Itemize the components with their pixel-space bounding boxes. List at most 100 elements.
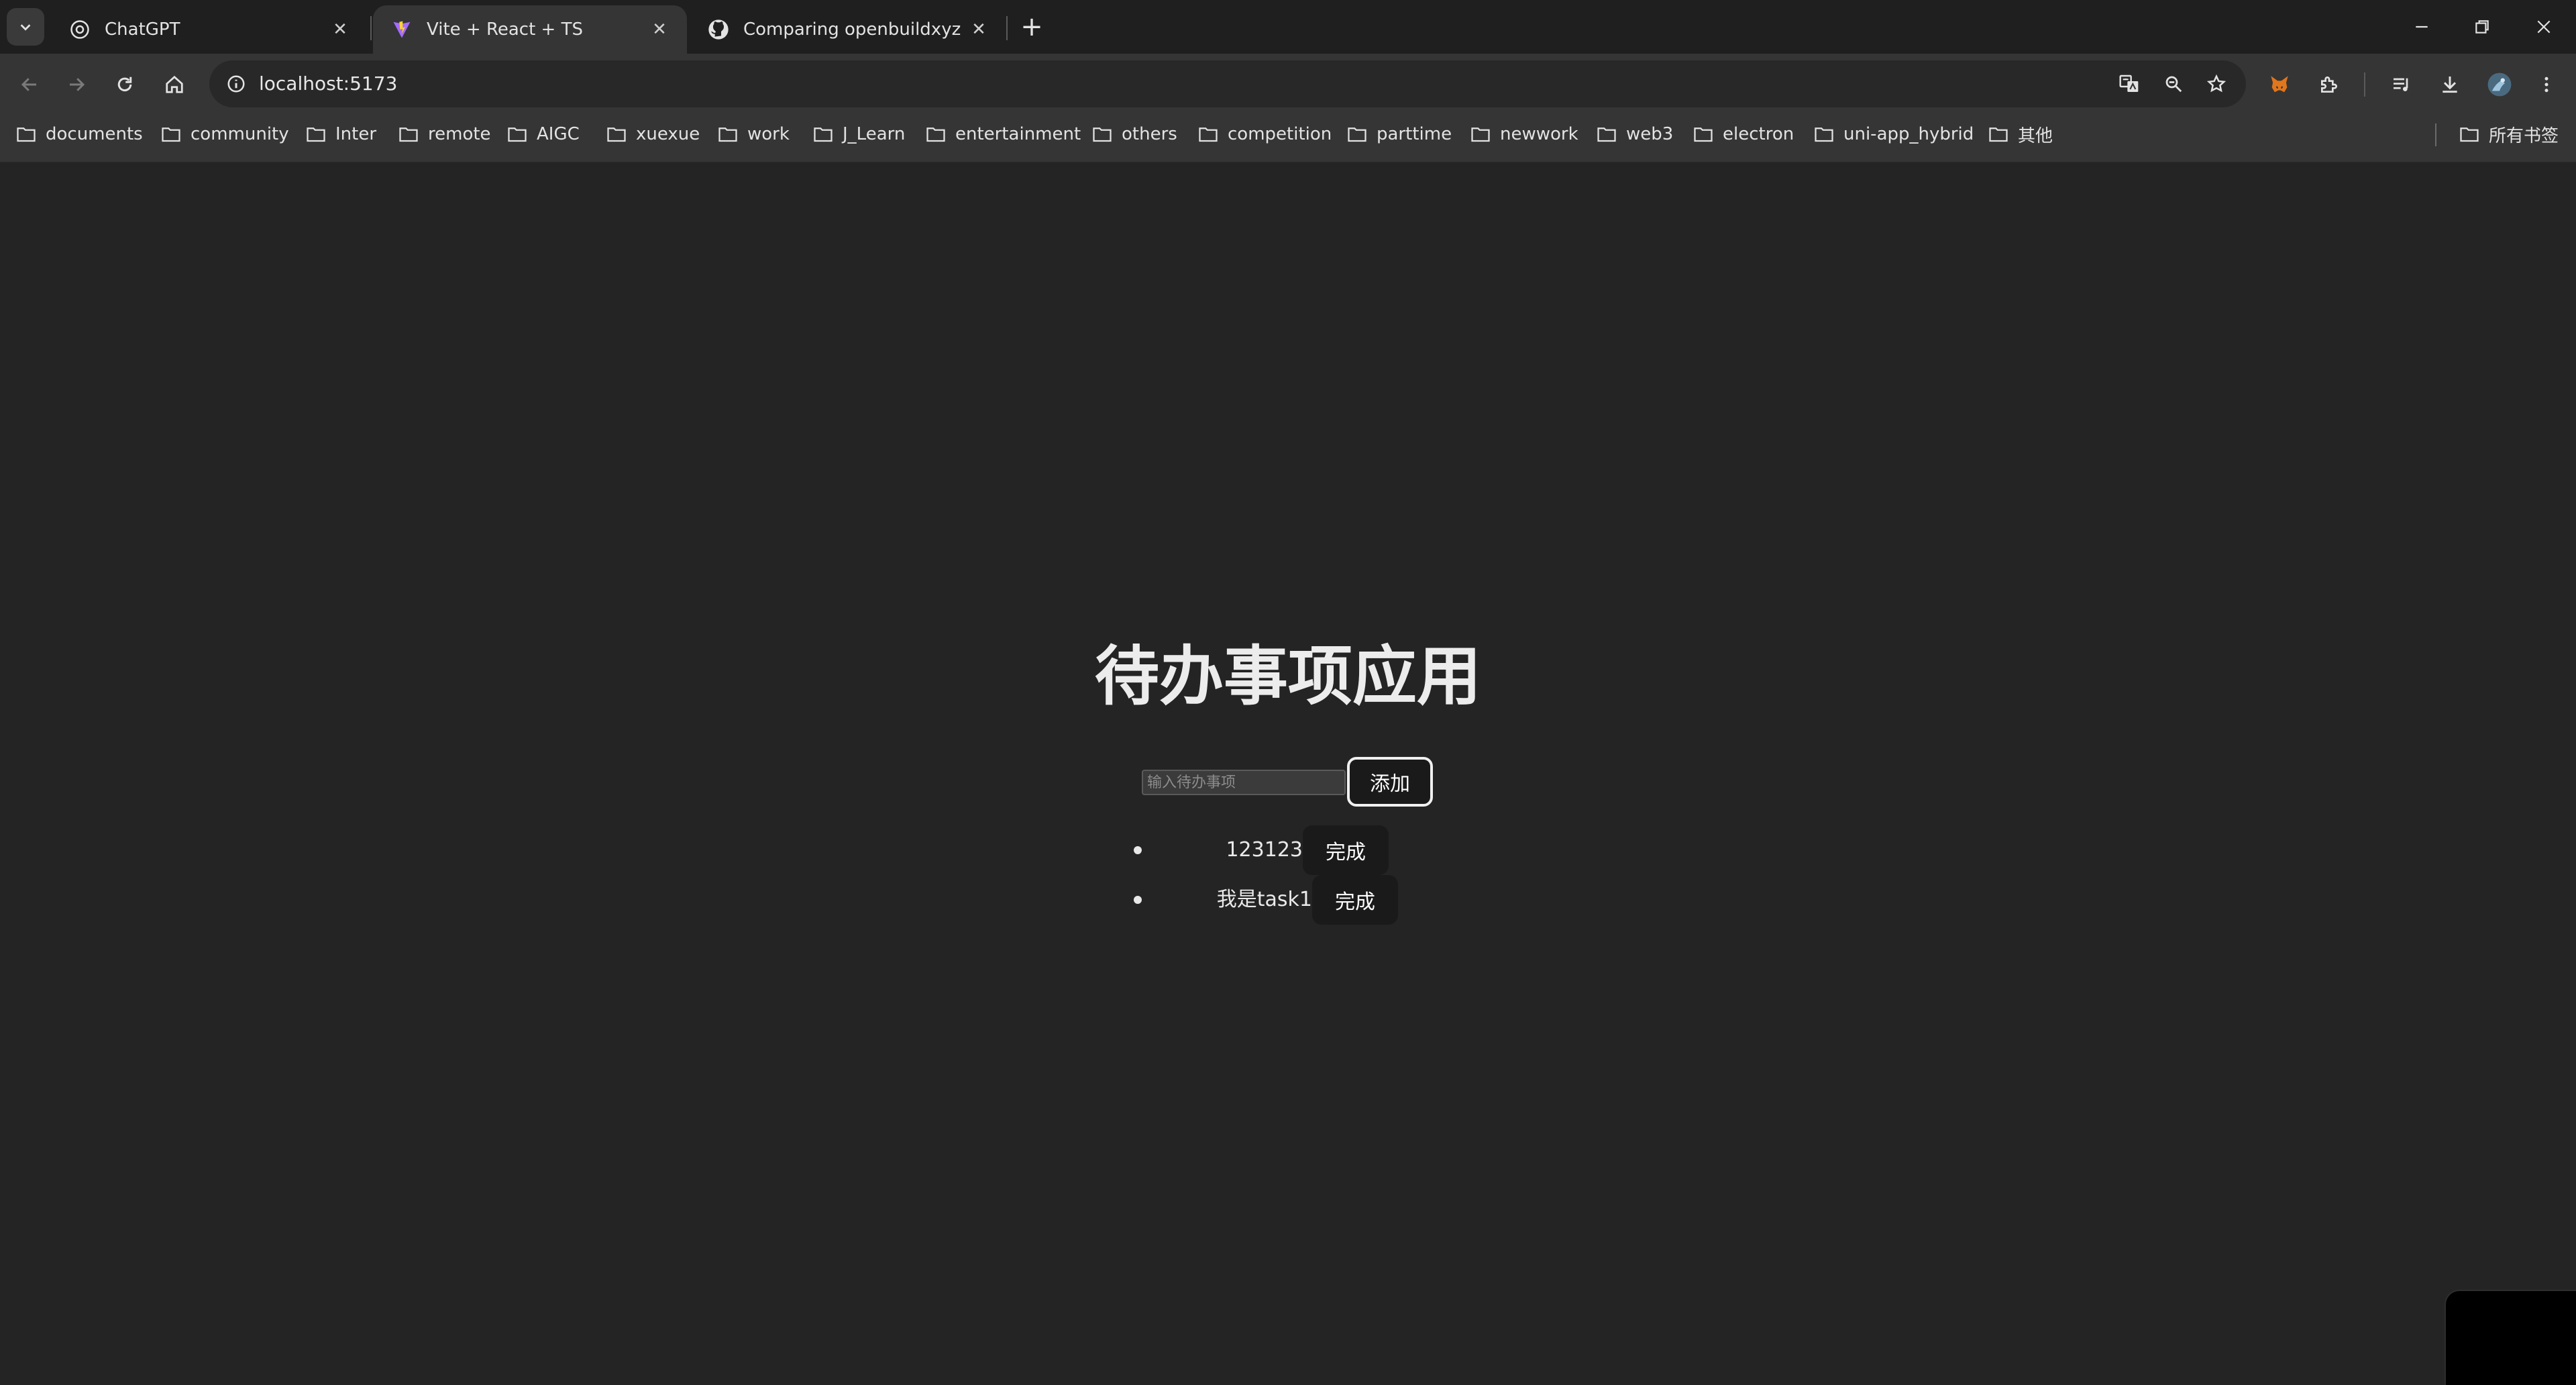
bookmark-label: newwork bbox=[1500, 124, 1578, 144]
profile-avatar[interactable] bbox=[2482, 67, 2517, 102]
zoom-icon[interactable] bbox=[2159, 69, 2188, 99]
todo-item: 123123 完成 bbox=[0, 825, 2576, 875]
url-text[interactable]: localhost:5173 bbox=[259, 60, 397, 107]
chevron-down-icon bbox=[20, 24, 31, 31]
bookmark-folder[interactable]: parttime bbox=[1347, 114, 1452, 154]
back-button[interactable] bbox=[11, 66, 48, 103]
bookmark-folder[interactable]: work bbox=[718, 114, 790, 154]
bookmark-label: web3 bbox=[1626, 124, 1674, 144]
restore-icon bbox=[2475, 20, 2489, 34]
bookmark-label: competition bbox=[1228, 124, 1332, 144]
complete-button[interactable]: 完成 bbox=[1303, 825, 1389, 875]
add-button[interactable]: 添加 bbox=[1347, 757, 1433, 807]
tab-divider bbox=[370, 16, 372, 40]
folder-icon bbox=[16, 125, 36, 143]
extensions-puzzle-icon[interactable] bbox=[2312, 67, 2347, 102]
tab-chatgpt[interactable]: ChatGPT ✕ bbox=[51, 5, 368, 54]
todo-text: 123123 bbox=[1226, 838, 1303, 862]
bookmark-label: AIGC bbox=[537, 124, 580, 144]
vite-icon bbox=[390, 18, 413, 41]
todo-input[interactable] bbox=[1142, 770, 1346, 795]
bookmark-label: others bbox=[1122, 124, 1177, 144]
media-controls-icon[interactable] bbox=[2384, 67, 2419, 102]
bookmark-star-icon[interactable] bbox=[2202, 69, 2231, 99]
folder-icon bbox=[1597, 125, 1617, 143]
translate-icon[interactable] bbox=[2114, 69, 2144, 99]
browser-toolbar: localhost:5173 bbox=[0, 54, 2576, 114]
bookmark-label: community bbox=[191, 124, 289, 144]
arrow-left-icon bbox=[21, 78, 36, 91]
bookmark-label: work bbox=[747, 124, 790, 144]
minimize-icon bbox=[2416, 25, 2428, 28]
bookmark-folder[interactable]: entertainment bbox=[926, 114, 1081, 154]
bookmark-folder[interactable]: remote bbox=[398, 114, 491, 154]
close-tab-icon[interactable]: ✕ bbox=[329, 18, 352, 41]
bookmark-label: xuexue bbox=[636, 124, 700, 144]
bookmark-folder[interactable]: xuexue bbox=[606, 114, 700, 154]
site-info-icon[interactable] bbox=[221, 69, 251, 99]
bookmark-folder[interactable]: others bbox=[1092, 114, 1177, 154]
home-button[interactable] bbox=[156, 66, 193, 103]
folder-icon bbox=[1988, 125, 2008, 143]
close-window-button[interactable] bbox=[2514, 0, 2574, 54]
arrow-right-icon bbox=[70, 78, 85, 91]
bookmark-folder[interactable]: uni-app_hybrid bbox=[1814, 114, 1974, 154]
bookmark-folder[interactable]: J_Learn bbox=[813, 114, 905, 154]
close-tab-icon[interactable]: ✕ bbox=[967, 18, 990, 41]
browser-menu-icon[interactable] bbox=[2529, 67, 2564, 102]
new-tab-button[interactable]: + bbox=[1014, 9, 1049, 44]
folder-icon bbox=[1347, 125, 1367, 143]
folder-icon bbox=[718, 125, 738, 143]
folder-icon bbox=[507, 125, 527, 143]
download-icon[interactable] bbox=[2432, 67, 2467, 102]
address-bar[interactable]: localhost:5173 bbox=[209, 60, 2246, 107]
todo-item: 我是task1 完成 bbox=[0, 875, 2576, 925]
tab-divider bbox=[1006, 16, 1008, 40]
tab-title: ChatGPT bbox=[105, 19, 180, 40]
folder-icon bbox=[813, 125, 833, 143]
tab-search-button[interactable] bbox=[7, 8, 44, 46]
bookmark-label: remote bbox=[428, 124, 491, 144]
tab-strip: ChatGPT ✕ Vite + React + TS ✕ Comparing … bbox=[0, 0, 2576, 54]
bookmark-folder[interactable]: documents bbox=[16, 114, 143, 154]
page-viewport: 待办事项应用 添加 123123 完成 我是task1 完成 bbox=[0, 162, 2576, 1385]
bookmark-folder[interactable]: web3 bbox=[1597, 114, 1673, 154]
folder-icon bbox=[1092, 125, 1112, 143]
folder-icon bbox=[606, 125, 627, 143]
bookmark-label: documents bbox=[46, 124, 143, 144]
complete-button[interactable]: 完成 bbox=[1312, 875, 1398, 925]
github-icon bbox=[707, 18, 730, 41]
tab-vite-react-ts[interactable]: Vite + React + TS ✕ bbox=[373, 5, 687, 54]
metamask-extension-icon[interactable] bbox=[2262, 67, 2297, 102]
bookmarks-divider bbox=[2435, 123, 2436, 146]
folder-icon bbox=[926, 125, 946, 143]
bookmark-folder[interactable]: 其他 bbox=[1988, 114, 2053, 154]
bookmark-label: 其他 bbox=[2018, 125, 2053, 146]
bookmark-folder[interactable]: community bbox=[161, 114, 289, 154]
all-bookmarks-folder[interactable]: 所有书签 bbox=[2459, 114, 2559, 154]
overlay-panel bbox=[2445, 1290, 2576, 1385]
home-icon bbox=[166, 75, 183, 93]
bookmark-folder[interactable]: electron bbox=[1693, 114, 1794, 154]
bookmark-folder[interactable]: competition bbox=[1198, 114, 1332, 154]
forward-button[interactable] bbox=[58, 66, 95, 103]
tab-title: Vite + React + TS bbox=[427, 19, 583, 40]
folder-icon bbox=[1470, 125, 1491, 143]
bookmark-label: 所有书签 bbox=[2489, 125, 2559, 146]
restore-button[interactable] bbox=[2452, 0, 2512, 54]
bookmark-label: uni-app_hybrid bbox=[1843, 124, 1974, 144]
reload-icon bbox=[117, 76, 132, 92]
todo-text: 我是task1 bbox=[1216, 888, 1312, 911]
bookmark-folder[interactable]: AIGC bbox=[507, 114, 580, 154]
tab-github-compare[interactable]: Comparing openbuildxyz:ma ✕ bbox=[690, 5, 1006, 54]
bookmark-folder[interactable]: Inter bbox=[306, 114, 376, 154]
page-title: 待办事项应用 bbox=[1095, 639, 1481, 714]
folder-icon bbox=[1198, 125, 1218, 143]
close-tab-icon[interactable]: ✕ bbox=[648, 18, 671, 41]
toolbar-divider bbox=[2364, 72, 2365, 97]
bookmark-label: J_Learn bbox=[843, 124, 906, 144]
bookmarks-bar: 所有书签 documents community Inter remote AIGC xu… bbox=[0, 114, 2576, 162]
reload-button[interactable] bbox=[106, 66, 144, 103]
minimize-button[interactable] bbox=[2392, 0, 2452, 54]
bookmark-folder[interactable]: newwork bbox=[1470, 114, 1578, 154]
